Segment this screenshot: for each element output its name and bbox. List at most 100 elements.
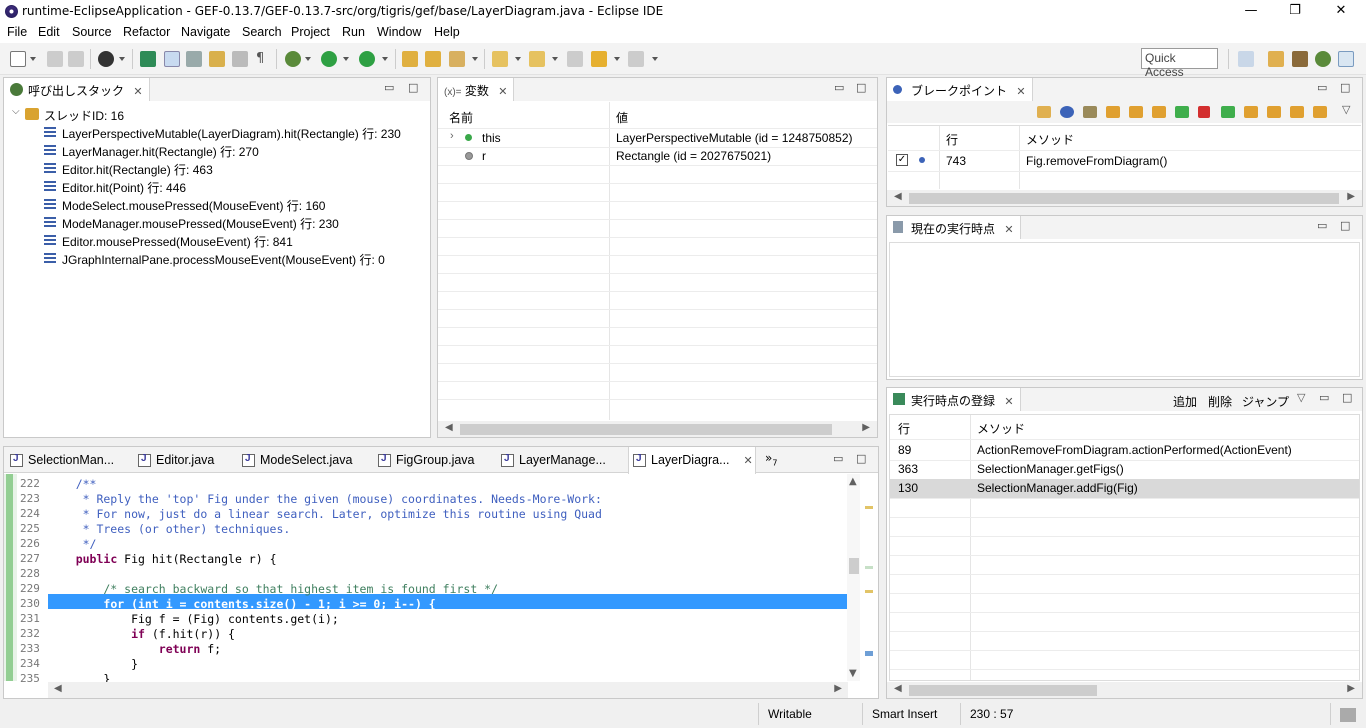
code-line[interactable]: } bbox=[48, 657, 848, 672]
close-icon[interactable]: ✕ bbox=[744, 455, 753, 467]
save-icon[interactable] bbox=[47, 51, 63, 67]
chevron-right-icon[interactable]: › bbox=[450, 130, 454, 142]
scroll-right-icon[interactable]: ▶ bbox=[862, 422, 870, 433]
maximize-icon[interactable]: □ bbox=[856, 452, 866, 465]
minimize-icon[interactable]: ▭ bbox=[384, 81, 394, 94]
scroll-thumb[interactable] bbox=[849, 558, 859, 574]
code-line[interactable]: * Reply the 'top' Fig under the given (m… bbox=[48, 492, 848, 507]
highlight-icon[interactable] bbox=[164, 51, 180, 67]
registered-point-row[interactable]: 363 SelectionManager.getFigs() bbox=[890, 460, 1359, 479]
step-forward-icon[interactable] bbox=[1244, 106, 1258, 118]
code-line[interactable]: * Trees (or other) techniques. bbox=[48, 522, 848, 537]
drop-to-frame-icon[interactable] bbox=[1290, 106, 1304, 118]
column-line[interactable]: 行 bbox=[898, 420, 910, 437]
open-folder-icon[interactable] bbox=[1037, 106, 1051, 118]
code-line[interactable]: for (int i = contents.size() - 1; i >= 0… bbox=[48, 597, 848, 612]
coverage-icon[interactable] bbox=[359, 51, 375, 67]
view-menu-icon[interactable]: ▽ bbox=[1342, 103, 1350, 116]
menu-refactor[interactable]: Refactor bbox=[123, 25, 170, 39]
search-tool-icon[interactable] bbox=[449, 51, 465, 67]
close-icon[interactable]: ✕ bbox=[1016, 86, 1025, 98]
menu-search[interactable]: Search bbox=[242, 25, 282, 39]
stack-frame[interactable]: Editor.mousePressed(MouseEvent) 行: 841 bbox=[4, 232, 430, 250]
delete-button[interactable]: 削除 bbox=[1208, 393, 1232, 410]
add-button[interactable]: 追加 bbox=[1173, 393, 1197, 410]
next-annotation-dropdown-icon[interactable] bbox=[515, 57, 521, 61]
minimize-icon[interactable]: ▭ bbox=[1319, 391, 1329, 404]
column-method[interactable]: メソッド bbox=[977, 420, 1025, 437]
thread-row[interactable]: ⌵ スレッドID: 16 bbox=[4, 106, 430, 124]
editor-tab[interactable]: ModeSelect.java bbox=[238, 447, 358, 473]
last-edit-icon[interactable] bbox=[567, 51, 583, 67]
maximize-button[interactable]: ❐ bbox=[1272, 0, 1318, 24]
prev-annotation-icon[interactable] bbox=[529, 51, 545, 67]
registered-hscrollbar[interactable]: ◀ ▶ bbox=[887, 682, 1362, 698]
stack-frame[interactable]: ModeManager.mousePressed(MouseEvent) 行: … bbox=[4, 214, 430, 232]
code-line[interactable]: * For now, just do a linear search. Late… bbox=[48, 507, 848, 522]
show-whitespace-icon[interactable] bbox=[232, 51, 248, 67]
menu-run[interactable]: Run bbox=[342, 25, 365, 39]
step-over-icon[interactable] bbox=[1129, 106, 1143, 118]
editor-tab[interactable]: LayerManage... bbox=[497, 447, 612, 473]
new-dropdown-icon[interactable] bbox=[30, 57, 36, 61]
profile-icon[interactable] bbox=[98, 51, 114, 67]
next-annotation-icon[interactable] bbox=[492, 51, 508, 67]
coverage-dropdown-icon[interactable] bbox=[382, 57, 388, 61]
column-method[interactable]: メソッド bbox=[1026, 131, 1074, 148]
run-dropdown-icon[interactable] bbox=[343, 57, 349, 61]
menu-source[interactable]: Source bbox=[72, 25, 112, 39]
menu-help[interactable]: Help bbox=[434, 25, 460, 39]
stack-frame[interactable]: Editor.hit(Point) 行: 446 bbox=[4, 178, 430, 196]
resource-perspective-icon[interactable] bbox=[1292, 51, 1308, 67]
maximize-icon[interactable]: □ bbox=[1340, 81, 1350, 94]
minimize-icon[interactable]: ▭ bbox=[1317, 219, 1327, 232]
code-line[interactable]: Fig f = (Fig) contents.get(i); bbox=[48, 612, 848, 627]
stack-frame[interactable]: ModeSelect.mousePressed(MouseEvent) 行: 1… bbox=[4, 196, 430, 214]
minimize-icon[interactable]: ▭ bbox=[834, 81, 844, 94]
pilcrow-icon[interactable]: ¶ bbox=[256, 51, 272, 67]
debug-gear-icon[interactable] bbox=[1083, 106, 1097, 118]
scroll-left-icon[interactable]: ◀ bbox=[54, 683, 62, 694]
scroll-thumb[interactable] bbox=[909, 193, 1339, 204]
run-icon[interactable] bbox=[321, 51, 337, 67]
jump-button[interactable]: ジャンプ bbox=[1242, 393, 1289, 410]
scroll-right-icon[interactable]: ▶ bbox=[834, 683, 842, 694]
maximize-icon[interactable]: □ bbox=[408, 81, 418, 94]
chevron-down-icon[interactable]: ⌵ bbox=[12, 106, 20, 117]
step-return-icon[interactable] bbox=[1152, 106, 1166, 118]
scroll-right-icon[interactable]: ▶ bbox=[1347, 191, 1355, 202]
forward-dropdown-icon[interactable] bbox=[652, 57, 658, 61]
scroll-right-icon[interactable]: ▶ bbox=[1347, 683, 1355, 694]
stack-frame[interactable]: LayerManager.hit(Rectangle) 行: 270 bbox=[4, 142, 430, 160]
java-perspective-icon[interactable] bbox=[1268, 51, 1284, 67]
step-into-icon[interactable] bbox=[1106, 106, 1120, 118]
maximize-icon[interactable]: □ bbox=[1340, 219, 1350, 232]
toggle-block-icon[interactable] bbox=[209, 51, 225, 67]
editor-tab[interactable]: FigGroup.java bbox=[374, 447, 479, 473]
open-type-icon[interactable] bbox=[402, 51, 418, 67]
scroll-up-icon[interactable]: ▲ bbox=[849, 476, 857, 487]
tab-registered-points[interactable]: 実行時点の登録 ✕ bbox=[887, 388, 1021, 411]
menu-navigate[interactable]: Navigate bbox=[181, 25, 230, 39]
code-line[interactable]: return f; bbox=[48, 642, 848, 657]
column-line[interactable]: 行 bbox=[946, 131, 958, 148]
code-line[interactable]: public Fig hit(Rectangle r) { bbox=[48, 552, 848, 567]
view-menu-icon[interactable]: ▽ bbox=[1297, 391, 1305, 404]
breakpoints-hscrollbar[interactable]: ◀ ▶ bbox=[887, 190, 1362, 206]
variable-row[interactable]: r Rectangle (id = 2027675021) bbox=[438, 148, 877, 166]
new-icon[interactable] bbox=[10, 51, 26, 67]
insert-mode-status[interactable]: Smart Insert bbox=[872, 707, 937, 721]
column-value[interactable]: 値 bbox=[616, 109, 628, 126]
resume-icon[interactable] bbox=[1221, 106, 1235, 118]
minimize-icon[interactable]: ▭ bbox=[833, 452, 843, 465]
step-back-icon[interactable] bbox=[1267, 106, 1281, 118]
minimize-icon[interactable]: ▭ bbox=[1317, 81, 1327, 94]
tab-variables[interactable]: (x)= 変数 ✕ bbox=[438, 78, 515, 101]
profile-dropdown-icon[interactable] bbox=[119, 57, 125, 61]
stack-frame[interactable]: LayerPerspectiveMutable(LayerDiagram).hi… bbox=[4, 124, 430, 142]
registered-point-row[interactable]: 130 SelectionManager.addFig(Fig) bbox=[890, 479, 1359, 498]
use-step-filters-icon[interactable] bbox=[1313, 106, 1327, 118]
close-button[interactable]: ✕ bbox=[1318, 0, 1364, 24]
scroll-left-icon[interactable]: ◀ bbox=[894, 683, 902, 694]
debug-icon[interactable] bbox=[285, 51, 301, 67]
